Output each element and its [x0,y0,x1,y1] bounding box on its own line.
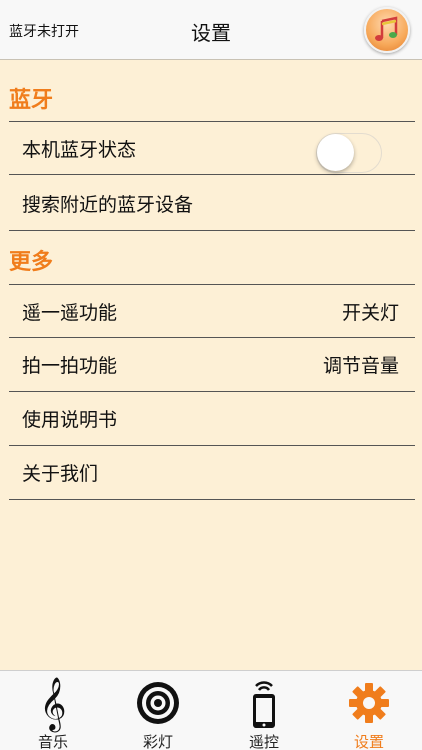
gear-icon [316,677,422,729]
phone-wireless-icon [211,677,317,729]
section-header-more: 更多 [9,250,54,275]
row-about-us[interactable]: 关于我们 [9,446,415,500]
row-manual[interactable]: 使用说明书 [9,392,415,446]
target-icon [105,677,211,729]
music-button[interactable] [364,7,410,53]
row-label-search-devices: 搜索附近的蓝牙设备 [22,194,194,216]
tab-label-lights: 彩灯 [142,733,173,750]
tab-label-settings: 设置 [353,733,384,750]
tab-settings[interactable]: 设置 [316,671,422,750]
row-search-devices[interactable]: 搜索附近的蓝牙设备 [9,177,415,231]
row-pat-function[interactable]: 拍一拍功能 调节音量 [9,338,415,392]
treble-clef-icon: 𝄞 [39,676,67,730]
settings-content: 蓝牙 本机蓝牙状态 搜索附近的蓝牙设备 更多 遥一遥功能 开关灯 拍一拍功能 调… [0,60,422,670]
toggle-knob [317,134,354,171]
row-value-shake: 开关灯 [341,302,399,324]
navigation-bar: 蓝牙未打开 设置 [0,0,422,60]
page-title: 设置 [191,21,231,45]
row-label-manual: 使用说明书 [22,409,118,431]
row-label-about: 关于我们 [22,463,99,485]
tab-music[interactable]: 𝄞 音乐 [0,671,106,750]
section-header-bluetooth: 蓝牙 [9,88,54,113]
tab-label-remote: 遥控 [248,733,279,750]
row-label-pat: 拍一拍功能 [22,355,118,377]
tab-label-music: 音乐 [37,733,68,750]
tab-remote[interactable]: 遥控 [211,671,317,750]
row-label-bluetooth-state: 本机蓝牙状态 [22,139,137,161]
row-value-pat: 调节音量 [322,355,399,377]
tab-lights[interactable]: 彩灯 [105,671,211,750]
row-shake-function[interactable]: 遥一遥功能 开关灯 [9,284,415,338]
row-bluetooth-state: 本机蓝牙状态 [9,121,415,175]
music-note-icon [375,16,398,41]
row-label-shake: 遥一遥功能 [22,302,118,324]
tab-bar: 𝄞 音乐 彩灯 遥控 设置 [0,670,422,750]
bluetooth-toggle[interactable] [316,133,382,173]
